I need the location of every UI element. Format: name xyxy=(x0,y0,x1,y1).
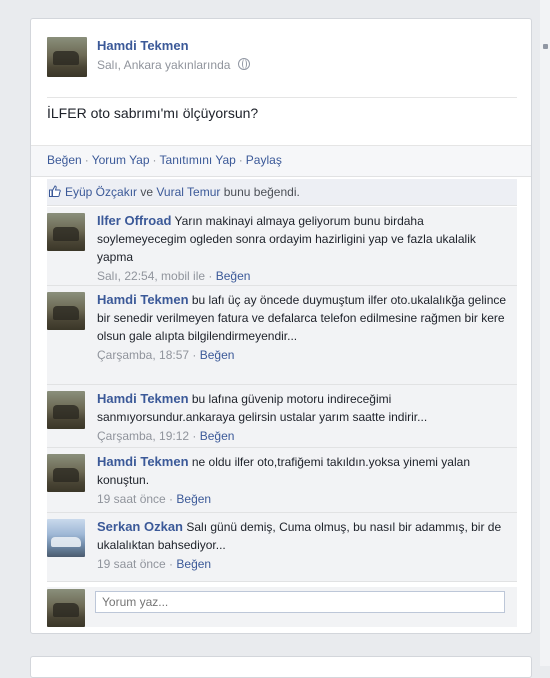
right-scroll-edge xyxy=(540,0,550,666)
promote-link[interactable]: Tanıtımını Yap xyxy=(160,153,236,167)
post-card: Hamdi Tekmen Salı, Ankara yakınlarında İ… xyxy=(30,18,532,634)
comment-time[interactable]: 19 saat önce xyxy=(97,557,166,571)
comment-input[interactable] xyxy=(95,591,505,613)
comment-time[interactable]: Çarşamba, 18:57 xyxy=(97,348,189,362)
separator: · xyxy=(238,153,243,167)
next-post-card xyxy=(30,656,532,678)
globe-icon xyxy=(238,58,251,70)
comment-meta: Çarşamba, 19:12 · Beğen xyxy=(97,429,235,443)
likes-connector: ve xyxy=(137,185,157,199)
comment-like-link[interactable]: Beğen xyxy=(216,269,251,283)
commenter-avatar[interactable] xyxy=(47,519,85,557)
likes-summary: Eyüp Özçakır ve Vural Temur bunu beğendi… xyxy=(47,179,517,206)
author-avatar[interactable] xyxy=(47,37,87,77)
post-author-name[interactable]: Hamdi Tekmen xyxy=(97,38,189,53)
comment-item: Serkan Ozkan Salı günü demiş, Cuma olmuş… xyxy=(47,513,517,582)
post-header: Hamdi Tekmen Salı, Ankara yakınlarında xyxy=(47,37,517,98)
post-time-location[interactable]: Salı, Ankara yakınlarında xyxy=(97,58,230,72)
commenter-name[interactable]: Hamdi Tekmen xyxy=(97,292,189,307)
commenter-name[interactable]: Ilfer Offroad xyxy=(97,213,171,228)
current-user-avatar xyxy=(47,589,85,627)
separator: · xyxy=(84,153,89,167)
post-actions: Beğen · Yorum Yap · Tanıtımını Yap · Paylaş xyxy=(47,153,282,167)
commenter-avatar[interactable] xyxy=(47,391,85,429)
post-meta: Salı, Ankara yakınlarında xyxy=(97,58,251,72)
comment-like-link[interactable]: Beğen xyxy=(200,348,235,362)
liker-1[interactable]: Eyüp Özçakır xyxy=(65,185,137,199)
comment-body: Hamdi Tekmen ne oldu ilfer oto,trafiğemi… xyxy=(97,453,509,508)
comment-body: Serkan Ozkan Salı günü demiş, Cuma olmuş… xyxy=(97,518,509,573)
comment-link[interactable]: Yorum Yap xyxy=(92,153,150,167)
comment-like-link[interactable]: Beğen xyxy=(200,429,235,443)
comment-item: Hamdi Tekmen bu lafına güvenip motoru in… xyxy=(47,385,517,448)
comment-body: Hamdi Tekmen bu lafı üç ay öncede duymuş… xyxy=(97,291,509,364)
commenter-name[interactable]: Hamdi Tekmen xyxy=(97,454,189,469)
comment-body: Ilfer Offroad Yarın makinayi almaya geli… xyxy=(97,212,509,285)
separator: · xyxy=(152,153,157,167)
liker-2[interactable]: Vural Temur xyxy=(156,185,220,199)
commenter-avatar[interactable] xyxy=(47,213,85,251)
comment-time[interactable]: Çarşamba, 19:12 xyxy=(97,429,189,443)
comment-item: Hamdi Tekmen ne oldu ilfer oto,trafiğemi… xyxy=(47,448,517,513)
comment-item: Ilfer Offroad Yarın makinayi almaya geli… xyxy=(47,207,517,286)
likes-text: Eyüp Özçakır ve Vural Temur bunu beğendi… xyxy=(65,185,300,199)
comment-meta: Çarşamba, 18:57 · Beğen xyxy=(97,348,235,362)
post-text: İLFER oto sabrımı'mı ölçüyorsun? xyxy=(47,105,259,121)
comment-meta: Salı, 22:54, mobil ile · Beğen xyxy=(97,269,251,283)
post-action-bar: Beğen · Yorum Yap · Tanıtımını Yap · Paylaş xyxy=(31,145,531,177)
like-link[interactable]: Beğen xyxy=(47,153,82,167)
write-comment-row xyxy=(47,587,517,627)
comment-meta: 19 saat önce · Beğen xyxy=(97,492,212,506)
comment-item: Hamdi Tekmen bu lafı üç ay öncede duymuş… xyxy=(47,286,517,385)
comment-time[interactable]: Salı, 22:54, mobil ile xyxy=(97,269,205,283)
commenter-name[interactable]: Serkan Ozkan xyxy=(97,519,183,534)
thumbs-up-icon xyxy=(49,185,61,197)
dropdown-icon[interactable] xyxy=(543,44,548,49)
share-link[interactable]: Paylaş xyxy=(246,153,282,167)
commenter-avatar[interactable] xyxy=(47,292,85,330)
comment-time[interactable]: 19 saat önce xyxy=(97,492,166,506)
comment-meta: 19 saat önce · Beğen xyxy=(97,557,212,571)
comment-like-link[interactable]: Beğen xyxy=(176,492,211,506)
comment-like-link[interactable]: Beğen xyxy=(176,557,211,571)
likes-suffix: bunu beğendi. xyxy=(220,185,300,199)
commenter-avatar[interactable] xyxy=(47,454,85,492)
comment-body: Hamdi Tekmen bu lafına güvenip motoru in… xyxy=(97,390,509,445)
commenter-name[interactable]: Hamdi Tekmen xyxy=(97,391,189,406)
